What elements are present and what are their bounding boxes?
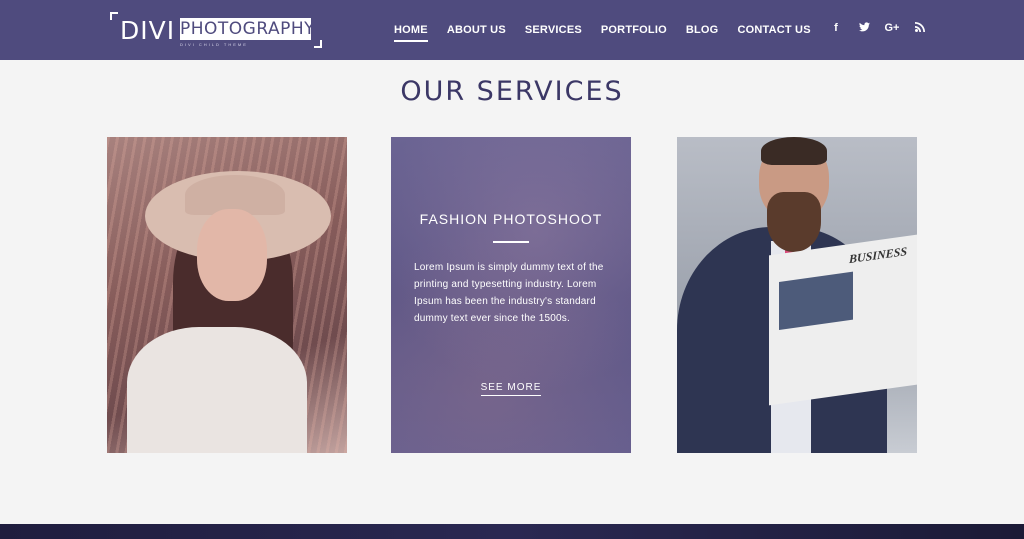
nav-services[interactable]: SERVICES (525, 24, 582, 36)
site-logo[interactable]: DIVI PHOTOGRAPHY DIVI CHILD THEME (110, 12, 322, 48)
facebook-icon[interactable]: f (822, 22, 850, 35)
next-section-banner (0, 524, 1024, 539)
woman-blouse (127, 327, 307, 453)
twitter-icon[interactable] (850, 22, 878, 35)
social-links: f G+ (822, 22, 934, 35)
card-description: Lorem Ipsum is simply dummy text of the … (414, 262, 604, 324)
see-more-button[interactable]: SEE MORE (480, 382, 542, 396)
man-hair (761, 137, 827, 165)
logo-bracket-top-left (110, 12, 118, 20)
card-title: FASHION PHOTOSHOOT (419, 211, 603, 227)
nav-contact-us[interactable]: CONTACT US (737, 24, 810, 36)
nav-about-us[interactable]: ABOUT US (447, 24, 506, 36)
newspaper-headline: BUSINESS (849, 244, 908, 267)
logo-divi-text: DIVI (120, 16, 176, 45)
service-card-portrait[interactable] (107, 137, 347, 453)
section-title: OUR SERVICES (400, 76, 624, 107)
nav-home[interactable]: HOME (394, 24, 428, 42)
googleplus-icon[interactable]: G+ (878, 22, 906, 35)
nav-portfolio[interactable]: PORTFOLIO (601, 24, 667, 36)
service-card-business[interactable]: BUSINESS (677, 137, 917, 453)
newspaper-photo (779, 271, 853, 330)
logo-photography-text: PHOTOGRAPHY (180, 18, 316, 40)
rss-icon[interactable] (906, 22, 934, 35)
newspaper: BUSINESS (769, 234, 917, 406)
title-divider (493, 241, 529, 243)
see-more-wrapper: SEE MORE (391, 377, 631, 396)
nav-blog[interactable]: BLOG (686, 24, 719, 36)
service-card-fashion[interactable]: FASHION PHOTOSHOOT Lorem Ipsum is simply… (391, 137, 631, 453)
woman-face (197, 209, 267, 301)
main-nav: HOME ABOUT US SERVICES PORTFOLIO BLOG CO… (394, 24, 830, 42)
logo-bracket-bottom-right (314, 40, 322, 48)
site-header: DIVI PHOTOGRAPHY DIVI CHILD THEME HOME A… (0, 0, 1024, 60)
logo-tagline: DIVI CHILD THEME (180, 42, 248, 47)
man-beard (767, 192, 821, 252)
